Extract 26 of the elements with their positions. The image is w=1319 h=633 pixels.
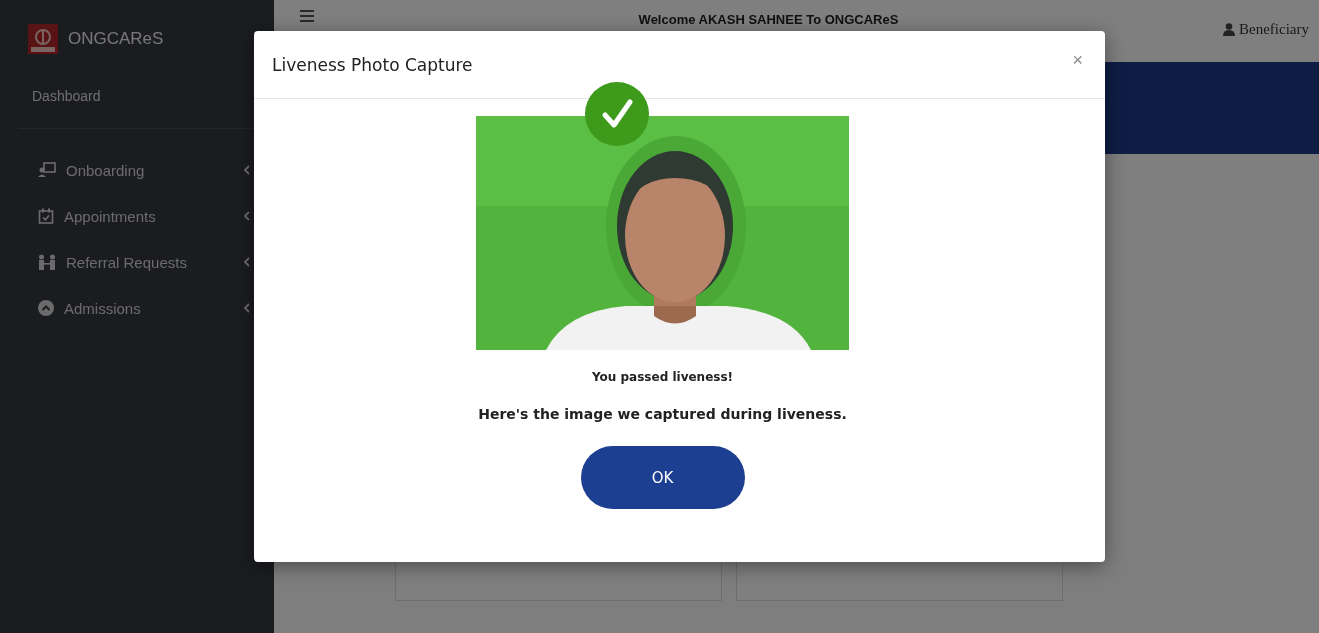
user-icon	[1223, 23, 1236, 36]
close-button[interactable]: ×	[1066, 48, 1089, 73]
sidebar-heading[interactable]: Dashboard	[0, 62, 133, 128]
sidebar-item[interactable]: Appointments	[0, 193, 274, 239]
status-message: You passed liveness!	[591, 370, 734, 384]
chevron-left-icon	[244, 303, 250, 313]
checkmark-icon	[585, 82, 649, 146]
menu-icon[interactable]	[300, 10, 314, 22]
caption-text: Here's the image we captured during liveness.	[478, 406, 847, 422]
brand-name: ONGCAReS	[68, 29, 164, 49]
calendar-check-icon	[38, 208, 54, 224]
welcome-text: Welcome AKASH SAHNEE To ONGCAReS	[637, 12, 900, 27]
ok-button[interactable]: OK	[580, 446, 745, 509]
sidebar-item[interactable]: Admissions	[0, 285, 274, 331]
logo-icon	[28, 24, 58, 54]
sidebar-item[interactable]: Referral Requests	[0, 239, 274, 285]
sidebar-item[interactable]: Onboarding	[0, 147, 274, 193]
people-icon	[38, 254, 56, 270]
user-menu[interactable]: Beneficiary	[1223, 21, 1309, 38]
chevron-circle-icon	[38, 300, 54, 316]
monitor-user-icon	[38, 162, 56, 178]
chevron-left-icon	[244, 165, 250, 175]
user-name: Beneficiary	[1239, 21, 1309, 38]
chevron-left-icon	[244, 257, 250, 267]
chevron-left-icon	[244, 211, 250, 221]
modal-title: Liveness Photo Capture	[272, 54, 473, 75]
